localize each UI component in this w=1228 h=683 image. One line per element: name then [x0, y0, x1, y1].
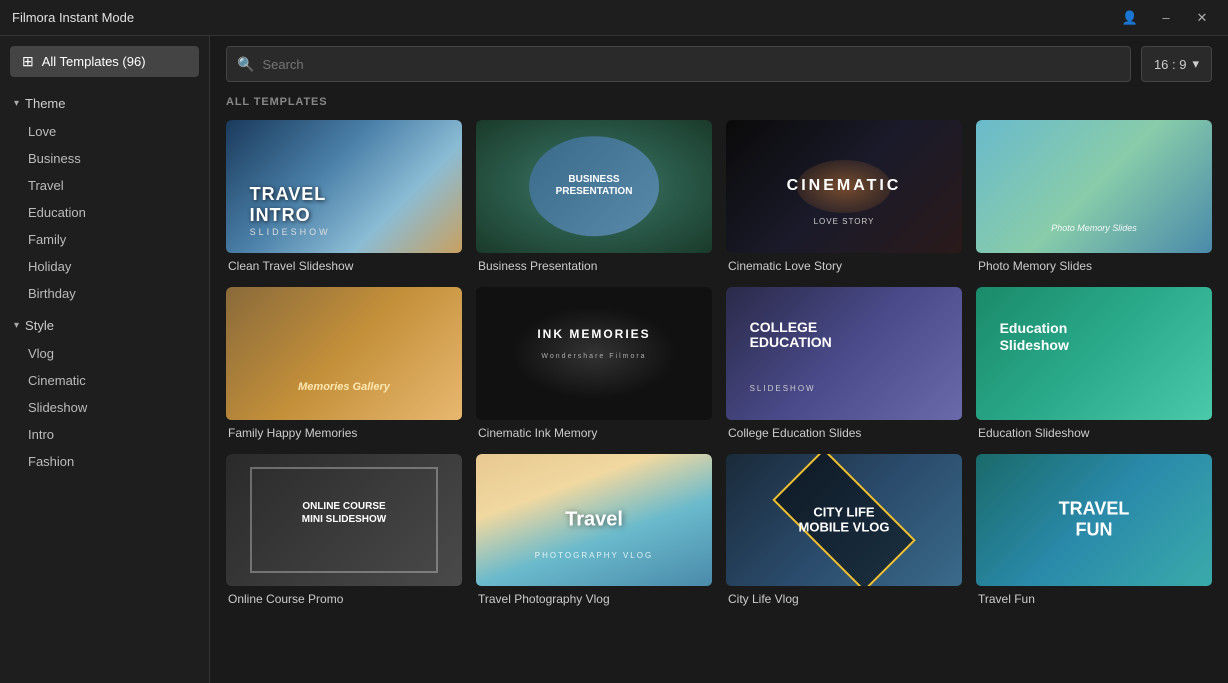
chevron-down-icon-aspect: ▾ — [1192, 56, 1199, 72]
content-area: 🔍 16 : 9 ▾ ALL TEMPLATES TRAVELINTRO SLI… — [210, 36, 1228, 683]
template-name-ink: Cinematic Ink Memory — [476, 426, 712, 440]
template-name-business: Business Presentation — [476, 259, 712, 273]
sidebar-item-fashion[interactable]: Fashion — [0, 448, 209, 475]
template-name-travel-photo: Travel Photography Vlog — [476, 592, 712, 606]
template-name-travel-fun: Travel Fun — [976, 592, 1212, 606]
template-card-city[interactable]: CITY LIFEMOBILE VLOG City Life Vlog — [726, 454, 962, 607]
search-box: 🔍 — [226, 46, 1131, 82]
sidebar-item-intro[interactable]: Intro — [0, 421, 209, 448]
sidebar-item-education[interactable]: Education — [0, 199, 209, 226]
thumb-sub-cinematic: LOVE STORY — [814, 217, 875, 226]
thumb-text-city: CITY LIFEMOBILE VLOG — [799, 504, 890, 535]
search-icon: 🔍 — [237, 56, 254, 73]
thumb-text-cinematic: CINEMATIC — [787, 177, 902, 195]
search-input[interactable] — [262, 57, 1120, 72]
topbar: 🔍 16 : 9 ▾ — [210, 36, 1228, 92]
grid-icon: ⊞ — [22, 53, 34, 70]
thumb-text-travel: TRAVELINTRO — [250, 184, 327, 226]
thumb-text-travel-fun: TRAVELFUN — [1059, 498, 1130, 541]
sidebar-category-style[interactable]: ▾ Style — [0, 311, 209, 340]
sidebar-item-vlog[interactable]: Vlog — [0, 340, 209, 367]
template-card-travel-photo[interactable]: Travel PHOTOGRAPHY VLOG Travel Photograp… — [476, 454, 712, 607]
sidebar-category-theme-label: Theme — [25, 96, 65, 111]
sidebar: ⊞ All Templates (96) ▾ Theme Love Busine… — [0, 36, 210, 683]
sidebar-item-love[interactable]: Love — [0, 118, 209, 145]
sidebar-item-birthday[interactable]: Birthday — [0, 280, 209, 307]
minimize-button[interactable]: – — [1152, 7, 1180, 29]
thumb-text-college: COLLEGEEDUCATION — [750, 320, 832, 351]
template-card-family[interactable]: Memories Gallery Family Happy Memories — [226, 287, 462, 440]
sidebar-item-travel[interactable]: Travel — [0, 172, 209, 199]
thumb-text-edu-slideshow: EducationSlideshow — [1000, 320, 1069, 354]
sidebar-item-cinematic[interactable]: Cinematic — [0, 367, 209, 394]
chevron-down-icon-style: ▾ — [14, 320, 19, 331]
thumb-text-business: BUSINESSPRESENTATION — [556, 174, 633, 198]
template-card-photo-memory[interactable]: Photo Memory Slides Photo Memory Slides — [976, 120, 1212, 273]
sidebar-style-section: ▾ Style Vlog Cinematic Slideshow Intro F… — [0, 311, 209, 475]
sidebar-theme-section: ▾ Theme Love Business Travel Education F… — [0, 89, 209, 307]
aspect-ratio-value: 16 : 9 — [1154, 57, 1187, 72]
sidebar-item-business[interactable]: Business — [0, 145, 209, 172]
template-name-city: City Life Vlog — [726, 592, 962, 606]
templates-grid: TRAVELINTRO SLIDESHOW Clean Travel Slide… — [226, 120, 1212, 606]
template-card-travel-fun[interactable]: TRAVELFUN Travel Fun — [976, 454, 1212, 607]
section-label: ALL TEMPLATES — [226, 92, 1212, 108]
thumb-text-online-course: ONLINE COURSEMINI SLIDESHOW — [302, 500, 386, 526]
template-name-edu-slideshow: Education Slideshow — [976, 426, 1212, 440]
template-name-clean-travel: Clean Travel Slideshow — [226, 259, 462, 273]
thumb-sub-ink: Wondershare Filmora — [541, 353, 646, 360]
all-templates-label: All Templates (96) — [42, 54, 146, 69]
thumb-sub-college: SLIDESHOW — [750, 384, 816, 393]
all-templates-button[interactable]: ⊞ All Templates (96) — [10, 46, 199, 77]
thumb-text-family: Memories Gallery — [298, 381, 390, 393]
templates-area: ALL TEMPLATES TRAVELINTRO SLIDESHOW Clea… — [210, 92, 1228, 683]
titlebar: Filmora Instant Mode 👤 – ✕ — [0, 0, 1228, 36]
aspect-ratio-dropdown[interactable]: 16 : 9 ▾ — [1141, 46, 1212, 82]
window-controls: 👤 – ✕ — [1116, 7, 1216, 29]
thumb-sub-travel: SLIDESHOW — [250, 227, 331, 237]
close-button[interactable]: ✕ — [1188, 7, 1216, 29]
thumb-sub-travel-photo: PHOTOGRAPHY VLOG — [535, 551, 653, 560]
thumb-text-ink: INK MEMORIES — [537, 327, 650, 341]
chevron-down-icon: ▾ — [14, 98, 19, 109]
template-card-online-course[interactable]: ONLINE COURSEMINI SLIDESHOW Online Cours… — [226, 454, 462, 607]
template-card-college[interactable]: COLLEGEEDUCATION SLIDESHOW College Educa… — [726, 287, 962, 440]
template-name-photo-memory: Photo Memory Slides — [976, 259, 1212, 273]
template-card-cinematic-love[interactable]: CINEMATIC LOVE STORY Cinematic Love Stor… — [726, 120, 962, 273]
user-icon[interactable]: 👤 — [1116, 7, 1144, 29]
sidebar-item-holiday[interactable]: Holiday — [0, 253, 209, 280]
app-title: Filmora Instant Mode — [12, 10, 134, 25]
thumb-text-travel-photo: Travel — [565, 508, 623, 531]
template-name-family: Family Happy Memories — [226, 426, 462, 440]
template-card-clean-travel[interactable]: TRAVELINTRO SLIDESHOW Clean Travel Slide… — [226, 120, 462, 273]
template-card-edu-slideshow[interactable]: EducationSlideshow Education Slideshow — [976, 287, 1212, 440]
sidebar-category-style-label: Style — [25, 318, 54, 333]
app-body: ⊞ All Templates (96) ▾ Theme Love Busine… — [0, 36, 1228, 683]
template-name-cinematic-love: Cinematic Love Story — [726, 259, 962, 273]
template-card-ink[interactable]: INK MEMORIES Wondershare Filmora Cinemat… — [476, 287, 712, 440]
template-name-college: College Education Slides — [726, 426, 962, 440]
thumb-text-photo-memory: Photo Memory Slides — [1051, 223, 1137, 233]
sidebar-item-family[interactable]: Family — [0, 226, 209, 253]
template-name-online-course: Online Course Promo — [226, 592, 462, 606]
template-card-business[interactable]: BUSINESSPRESENTATION Business Presentati… — [476, 120, 712, 273]
sidebar-category-theme[interactable]: ▾ Theme — [0, 89, 209, 118]
sidebar-item-slideshow[interactable]: Slideshow — [0, 394, 209, 421]
